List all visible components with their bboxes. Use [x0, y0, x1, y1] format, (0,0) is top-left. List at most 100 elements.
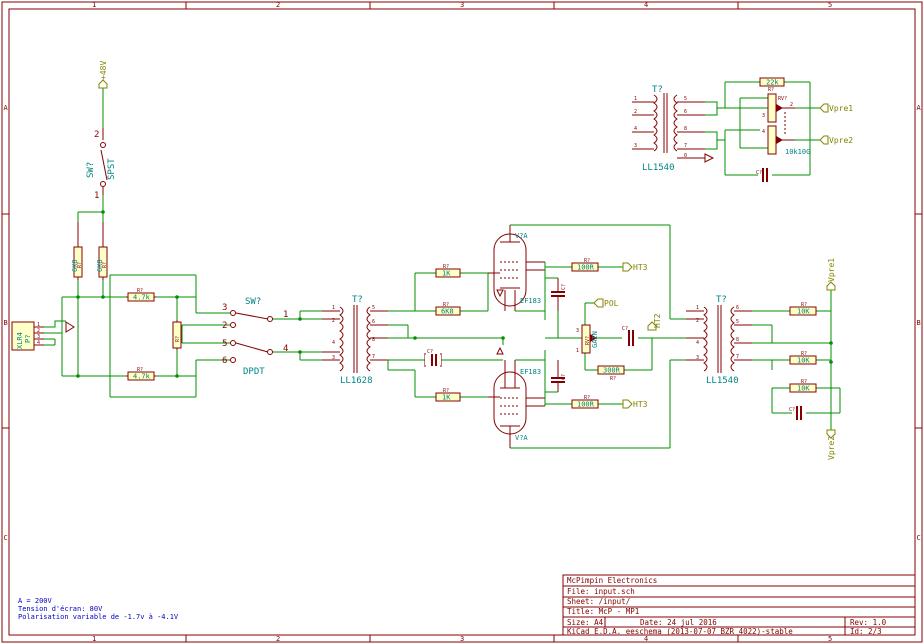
ground-symbol-top-transformer: [704, 153, 715, 163]
resistor-4k7-bottom[interactable]: R? 4.7k: [126, 367, 156, 381]
t-in-ref: T?: [352, 295, 363, 305]
svg-text:HT3: HT3: [633, 263, 648, 272]
svg-text:Vpre2: Vpre2: [827, 436, 836, 460]
capacitor-screen-bottom[interactable]: C?: [545, 360, 567, 393]
frame-row-labels: A B C A B C: [4, 104, 922, 542]
resistor-100r-bottom[interactable]: R? 100R: [571, 395, 599, 409]
col-label-4: 4: [644, 1, 648, 9]
svg-text:3: 3: [762, 113, 765, 119]
svg-text:6K8: 6K8: [441, 308, 454, 316]
svg-text:8: 8: [372, 337, 375, 343]
svg-text:C?: C?: [561, 374, 567, 380]
svg-text:4: 4: [332, 340, 335, 346]
xlr-connector[interactable]: 1 2 3 4 XLR4 P?: [11, 321, 44, 351]
port-ht3-top[interactable]: HT3: [622, 262, 648, 272]
resistor-10k-2[interactable]: R? 10K: [789, 351, 817, 365]
tube-top-value: EF183: [520, 297, 541, 305]
port-vpre1-top[interactable]: Vpre1: [819, 103, 853, 113]
junctions: [76, 210, 833, 378]
output-transformer[interactable]: 1 2 4 3 6 5 8 7 T? LL1540: [686, 295, 752, 386]
resistor-10k-3[interactable]: R? 10K: [789, 379, 817, 393]
svg-text:2: 2: [790, 102, 793, 108]
svg-text:HT2: HT2: [653, 313, 662, 328]
col-label-3-bottom: 3: [460, 635, 464, 643]
t-out-value: LL1540: [706, 376, 739, 386]
resistor-grid-bottom[interactable]: R? 1K: [435, 388, 461, 402]
svg-text:1: 1: [94, 191, 99, 201]
svg-text:6: 6: [736, 305, 739, 311]
input-transformer[interactable]: 1 2 4 3 5 6 8 7 T? LL1628: [322, 295, 388, 386]
tb-file: File: input.sch: [567, 587, 635, 596]
spst-ref: SW?: [86, 162, 96, 178]
svg-text:3: 3: [634, 143, 637, 149]
port-ht2[interactable]: HT2: [647, 313, 662, 331]
svg-text:R?: R?: [77, 262, 83, 268]
svg-text:4: 4: [696, 340, 699, 346]
dual-potentiometer[interactable]: RV? 10k10G 3 4 2: [762, 93, 810, 156]
input-wires: [44, 88, 322, 398]
resistor-pullup-1[interactable]: 6K8 R?: [71, 222, 83, 280]
svg-text:1: 1: [332, 305, 335, 311]
svg-text:8: 8: [684, 126, 687, 132]
capacitor-input[interactable]: C?: [424, 349, 442, 367]
resistor-pullup-2[interactable]: 6K8 R?: [96, 222, 108, 280]
port-pol[interactable]: POL: [593, 298, 619, 308]
svg-text:3: 3: [696, 355, 699, 361]
svg-text:5: 5: [372, 305, 375, 311]
svg-text:4: 4: [37, 340, 40, 346]
port-ht3-bottom[interactable]: HT3: [622, 399, 648, 409]
svg-text:R?: R?: [768, 87, 774, 93]
tb-date: Date: 24 jul 2016: [640, 618, 717, 627]
capacitor-coupling[interactable]: C?: [622, 326, 634, 346]
capacitor-screen-top[interactable]: C?: [545, 277, 567, 311]
resistor-100r-top[interactable]: R? 100R: [571, 258, 599, 272]
svg-text:8: 8: [736, 337, 739, 343]
resistor-10k-1[interactable]: R? 10K: [789, 302, 817, 316]
t-top-ref: T?: [652, 85, 663, 95]
note-line-1: A = 200V: [18, 597, 53, 605]
tube-top[interactable]: V?A EF183: [488, 225, 545, 311]
svg-text:100R: 100R: [577, 264, 595, 272]
top-transformer[interactable]: 1 2 4 3 5 6 8 7 0 T? LL1540: [632, 85, 705, 173]
svg-text:1K: 1K: [442, 270, 451, 278]
svg-text:1: 1: [634, 96, 637, 102]
svg-text:1: 1: [696, 305, 699, 311]
row-label-c: C: [4, 534, 8, 542]
row-label-b-right: B: [917, 319, 921, 327]
gain-potentiometer[interactable]: GAIN RV? 3 1: [576, 324, 599, 354]
svg-text:Vpre1: Vpre1: [829, 104, 853, 113]
svg-text:10K: 10K: [797, 308, 810, 316]
spst-switch[interactable]: 2 1 SW? SPST: [86, 128, 117, 201]
xlr-value: XLR4: [16, 332, 24, 349]
port-48v[interactable]: +48V: [98, 61, 108, 89]
port-vpre2-right[interactable]: Vpre2: [826, 429, 836, 460]
svg-text:C?: C?: [561, 284, 567, 290]
svg-text:C?: C?: [427, 349, 433, 355]
svg-text:C?: C?: [789, 407, 795, 413]
port-vpre1-right[interactable]: Vpre1: [826, 258, 836, 291]
tb-kicad: KiCad E.D.A. eeschema (2013-07-07 BZR 40…: [567, 627, 793, 636]
svg-text:HT3: HT3: [633, 400, 648, 409]
tube-top-ref: V?A: [515, 232, 528, 240]
resistor-6k8[interactable]: R? 6K8: [435, 302, 461, 316]
tube-bottom-value: EF183: [520, 368, 541, 376]
tb-sheet: Sheet: /input/: [567, 597, 630, 606]
port-vpre2-top[interactable]: Vpre2: [819, 135, 853, 145]
resistor-1k[interactable]: R? 1K: [435, 264, 461, 278]
capacitor-top[interactable]: C?: [756, 168, 768, 182]
spst-value: SPST: [107, 158, 117, 180]
pot2-value: 10k10G: [785, 148, 810, 156]
col-label-2-bottom: 2: [276, 635, 280, 643]
svg-text:C?: C?: [756, 170, 762, 176]
gain-value: GAIN: [591, 331, 599, 348]
resistor-22k[interactable]: 22k R?: [759, 77, 785, 93]
resistor-300r[interactable]: 300R R?: [597, 365, 625, 382]
resistor-shunt[interactable]: R?: [172, 320, 182, 350]
col-label-3: 3: [460, 1, 464, 9]
dpdt-switch[interactable]: 3 2 5 6 1 4 SW? DPDT: [222, 297, 288, 377]
t-in-value: LL1628: [340, 376, 373, 386]
tube-bottom[interactable]: V?A EF183: [488, 360, 545, 448]
svg-text:7: 7: [372, 354, 375, 360]
resistor-4k7-top[interactable]: R? 4.7k: [126, 288, 156, 302]
svg-text:6: 6: [372, 319, 375, 325]
